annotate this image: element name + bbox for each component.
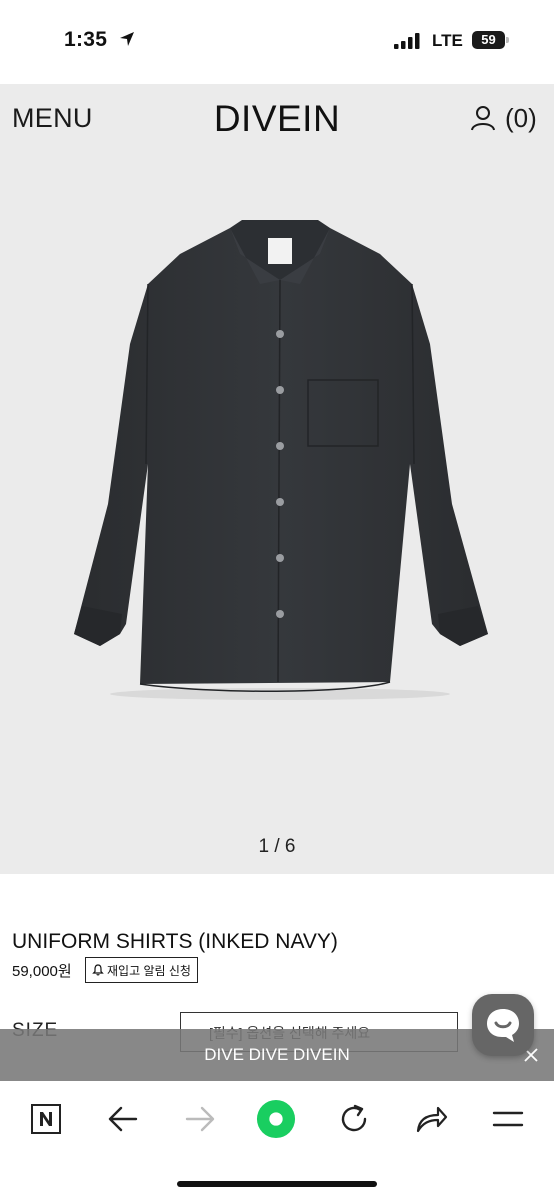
- product-name: UNIFORM SHIRTS (INKED NAVY): [12, 930, 338, 953]
- location-arrow-icon: [120, 32, 134, 46]
- user-icon[interactable]: [470, 105, 496, 131]
- restock-alert-button[interactable]: 재입고 알림 신청: [85, 957, 198, 983]
- site-header: MENU DIVEIN (0): [0, 84, 554, 154]
- home-indicator: [177, 1181, 377, 1187]
- back-arrow-icon[interactable]: [103, 1099, 143, 1139]
- forward-arrow-icon[interactable]: [180, 1099, 220, 1139]
- battery-icon: 59: [472, 31, 509, 49]
- chat-button[interactable]: [472, 994, 534, 1056]
- restock-alert-label: 재입고 알림 신청: [107, 963, 191, 978]
- shirt-image: [74, 220, 488, 700]
- product-gallery[interactable]: 1 / 6: [0, 154, 554, 874]
- battery-level: 59: [472, 31, 505, 49]
- product-price: 59,000원: [12, 963, 72, 980]
- signal-bars-icon: [394, 33, 420, 49]
- naver-icon[interactable]: [26, 1099, 66, 1139]
- network-type: LTE: [432, 31, 463, 50]
- green-home-icon[interactable]: [256, 1099, 296, 1139]
- status-time: 1:35: [64, 28, 108, 51]
- marquee-text: DIVE DIVE DIVEIN: [204, 1045, 350, 1064]
- status-bar: 1:35 LTE 59: [0, 0, 554, 84]
- browser-toolbar: [0, 1081, 554, 1200]
- share-icon[interactable]: [411, 1099, 451, 1139]
- cart-count[interactable]: (0): [505, 103, 537, 134]
- menu-lines-icon[interactable]: [488, 1099, 528, 1139]
- bell-icon: [92, 964, 104, 976]
- gallery-counter: 1 / 6: [258, 836, 296, 857]
- marquee-banner: DIVE DIVE DIVEIN: [0, 1029, 554, 1081]
- chat-bubble-icon: [487, 1009, 519, 1042]
- refresh-icon[interactable]: [334, 1099, 374, 1139]
